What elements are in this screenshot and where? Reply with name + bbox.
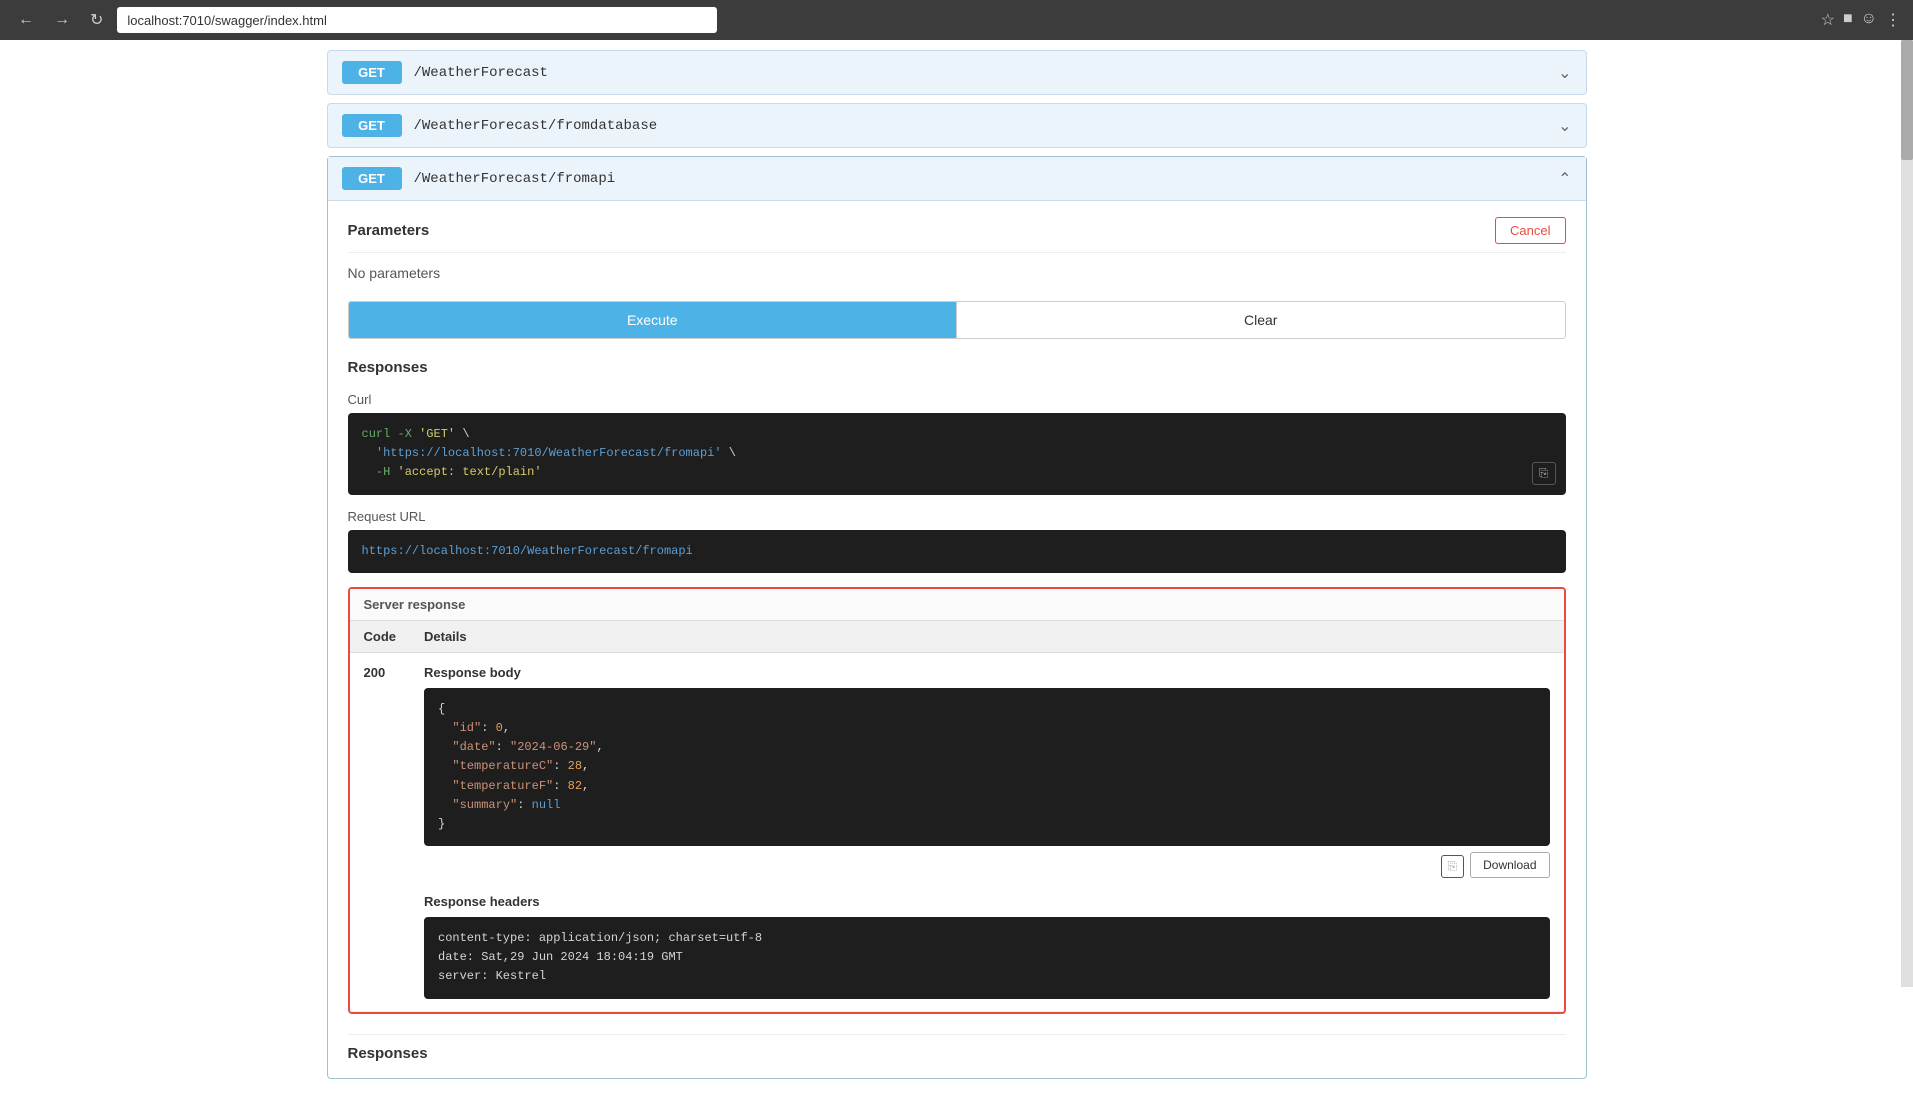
curl-line-3: -H 'accept: text/plain' [362, 463, 1552, 482]
json-line-5: "temperatureF": 82, [438, 777, 1536, 796]
json-line-4: "temperatureC": 28, [438, 757, 1536, 776]
response-code-cell: 200 [350, 652, 411, 1011]
json-line-3: "date": "2024-06-29", [438, 738, 1536, 757]
bookmark-icon[interactable]: ☆ [1821, 10, 1835, 30]
curl-line-2: 'https://localhost:7010/WeatherForecast/… [362, 444, 1552, 463]
json-line-1: { [438, 700, 1536, 719]
url-text: localhost:7010/swagger/index.html [127, 13, 326, 28]
responses-title: Responses [348, 359, 1566, 376]
forward-button[interactable]: → [48, 7, 76, 33]
request-url-section: Request URL https://localhost:7010/Weath… [348, 509, 1566, 573]
request-url-label: Request URL [348, 509, 1566, 524]
endpoint-header-left-1: GET /WeatherForecast [342, 61, 548, 84]
details-col-header: Details [410, 621, 1564, 653]
json-line-6: "summary": null [438, 796, 1536, 815]
curl-section: Curl curl -X 'GET' \ 'https://localhost:… [348, 392, 1566, 495]
endpoint-header-left-3: GET /WeatherForecast/fromapi [342, 167, 616, 190]
endpoint-body-3: Parameters Cancel No parameters Execute … [328, 201, 1586, 1078]
method-badge-2: GET [342, 114, 402, 137]
scroll-thumb[interactable] [1901, 40, 1913, 160]
response-body-label: Response body [424, 665, 1550, 680]
endpoint-header-2[interactable]: GET /WeatherForecast/fromdatabase ⌄ [328, 104, 1586, 147]
endpoint-header-1[interactable]: GET /WeatherForecast ⌄ [328, 51, 1586, 94]
server-response-section: Server response Code Details 200 [348, 587, 1566, 1014]
response-body-actions: ⎘ Download [424, 852, 1550, 878]
json-line-7: } [438, 815, 1536, 834]
swagger-container: GET /WeatherForecast ⌄ GET /WeatherForec… [307, 50, 1607, 1079]
back-button[interactable]: ← [12, 7, 40, 33]
extensions-icon[interactable]: ■ [1843, 10, 1853, 30]
curl-line-1: curl -X 'GET' \ [362, 425, 1552, 444]
chevron-down-icon-2: ⌄ [1558, 116, 1571, 136]
header-line-1: content-type: application/json; charset=… [438, 929, 1536, 948]
action-buttons: Execute Clear [348, 301, 1566, 339]
response-headers-label: Response headers [424, 894, 1550, 909]
copy-response-button[interactable]: ⎘ [1441, 855, 1465, 878]
endpoint-header-left-2: GET /WeatherForecast/fromdatabase [342, 114, 658, 137]
parameters-title: Parameters [348, 222, 430, 239]
response-table: Code Details 200 Response body [350, 621, 1564, 1012]
server-response-label: Server response [350, 589, 1564, 621]
clear-button[interactable]: Clear [956, 302, 1565, 338]
request-url-block: https://localhost:7010/WeatherForecast/f… [348, 530, 1566, 573]
page-content: GET /WeatherForecast ⌄ GET /WeatherForec… [0, 40, 1913, 1097]
endpoint-path-3: /WeatherForecast/fromapi [414, 171, 616, 187]
endpoint-row-2: GET /WeatherForecast/fromdatabase ⌄ [327, 103, 1587, 148]
endpoint-row-1: GET /WeatherForecast ⌄ [327, 50, 1587, 95]
response-details-cell: Response body { "id": 0, "date": "2024-0… [410, 652, 1564, 1011]
curl-label: Curl [348, 392, 1566, 407]
curl-code-block: curl -X 'GET' \ 'https://localhost:7010/… [348, 413, 1566, 495]
responses-section: Responses Curl curl -X 'GET' \ 'https://… [348, 359, 1566, 1062]
scrollbar[interactable] [1901, 40, 1913, 987]
endpoint-header-3[interactable]: GET /WeatherForecast/fromapi ⌃ [328, 157, 1586, 201]
browser-actions: ☆ ■ ☺ ⋮ [1821, 10, 1901, 30]
bottom-responses-title: Responses [348, 1034, 1566, 1062]
endpoint-path-2: /WeatherForecast/fromdatabase [414, 118, 658, 134]
table-row: 200 Response body { "id": 0, "date": "20… [350, 652, 1564, 1011]
parameters-section-header: Parameters Cancel [348, 217, 1566, 253]
request-url-value: https://localhost:7010/WeatherForecast/f… [362, 544, 693, 558]
method-badge-3: GET [342, 167, 402, 190]
profile-icon[interactable]: ☺ [1861, 10, 1877, 30]
chevron-down-icon-1: ⌄ [1558, 63, 1571, 83]
table-header-row: Code Details [350, 621, 1564, 653]
browser-chrome: ← → ↻ localhost:7010/swagger/index.html … [0, 0, 1913, 40]
code-col-header: Code [350, 621, 411, 653]
chevron-up-icon-3: ⌃ [1558, 169, 1571, 189]
header-line-3: server: Kestrel [438, 967, 1536, 986]
response-headers-block: content-type: application/json; charset=… [424, 917, 1550, 999]
endpoint-path-1: /WeatherForecast [414, 65, 548, 81]
no-params-text: No parameters [348, 265, 1566, 281]
download-button[interactable]: Download [1470, 852, 1549, 878]
reload-button[interactable]: ↻ [84, 6, 109, 34]
address-bar[interactable]: localhost:7010/swagger/index.html [117, 7, 717, 33]
cancel-button[interactable]: Cancel [1495, 217, 1565, 244]
response-body-block: { "id": 0, "date": "2024-06-29", "temper… [424, 688, 1550, 846]
copy-curl-button[interactable]: ⎘ [1532, 462, 1556, 485]
endpoint-row-3-expanded: GET /WeatherForecast/fromapi ⌃ Parameter… [327, 156, 1587, 1079]
menu-icon[interactable]: ⋮ [1885, 10, 1901, 30]
execute-button[interactable]: Execute [349, 302, 957, 338]
method-badge-1: GET [342, 61, 402, 84]
header-line-2: date: Sat,29 Jun 2024 18:04:19 GMT [438, 948, 1536, 967]
json-line-2: "id": 0, [438, 719, 1536, 738]
